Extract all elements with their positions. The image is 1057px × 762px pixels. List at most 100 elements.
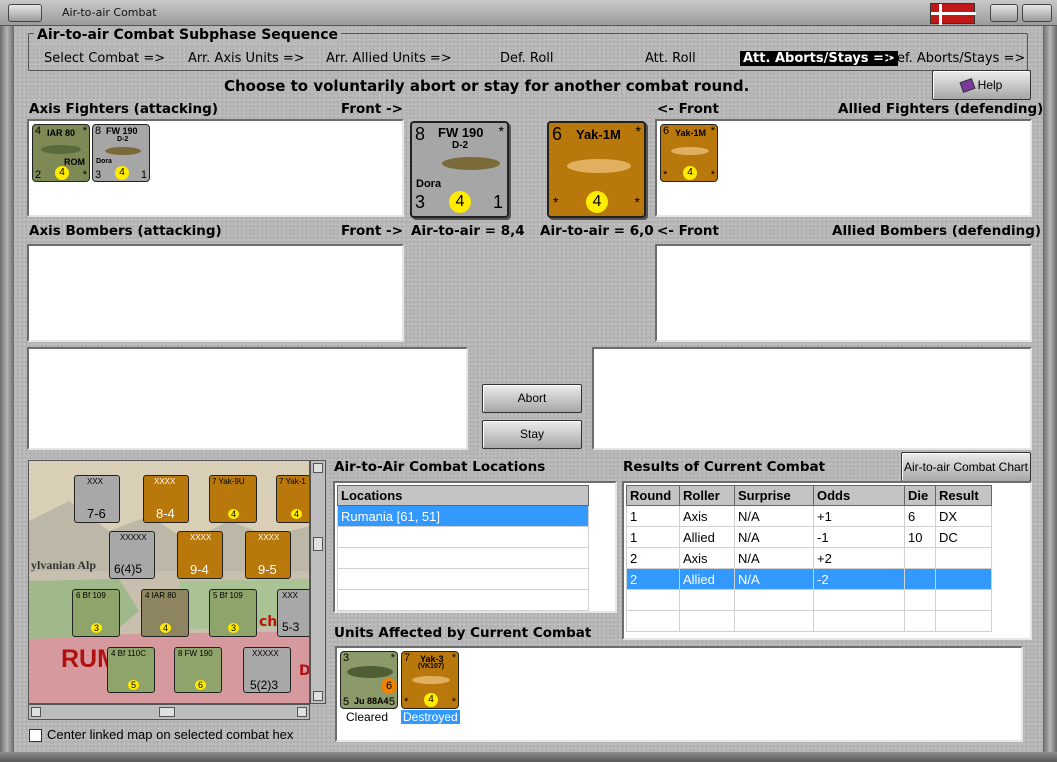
unit-label: 5 Bf 109 [213,591,243,600]
minimize-button[interactable] [990,4,1018,22]
unit-label: 8 FW 190 [178,649,213,658]
plane-icon [412,676,450,684]
cell: -2 [813,568,905,590]
counter-corner: * [451,652,456,664]
scroll-left-icon[interactable] [31,707,41,717]
system-menu-button[interactable] [8,4,42,22]
axis-fighters-panel[interactable]: 4 IAR 80 * ROM 2 4 * 8 FW 190 D-2 Dora 3… [27,119,404,217]
table-row[interactable]: 2 Axis N/A +2 [626,547,992,569]
map-unit[interactable]: XXXXX 5(2)3 [243,647,291,693]
plane-icon [442,157,500,170]
table-row-empty[interactable] [626,610,992,632]
counter-name: Ju 88A4 [354,696,389,706]
map-unit[interactable]: 5 Bf 109 3 [209,589,257,637]
axis-bombers-panel[interactable] [27,244,404,342]
step-arr-axis-units: Arr. Axis Units => [188,51,305,66]
table-row-selected[interactable]: 2 Allied N/A -2 [626,568,992,590]
scroll-up-icon[interactable] [313,463,323,473]
allied-bombers-panel[interactable] [655,244,1032,342]
allied-fighters-panel[interactable]: 6 Yak-1M * * 4 * [655,119,1032,217]
map-horizontal-scrollbar[interactable] [28,704,310,720]
table-row[interactable]: 1 Allied N/A -1 10 DC [626,526,992,548]
map-unit[interactable]: 4 Bf 110C 5 [107,647,155,693]
counter-bottom-left: 3 [95,169,102,181]
locations-list[interactable]: Locations Rumania [61, 51] [333,481,617,613]
counter-corner: * [498,123,504,139]
counter-corner: * [82,125,87,137]
cell: N/A [734,568,814,590]
counter-bottom-left: * [663,169,668,181]
stay-button[interactable]: Stay [482,420,582,449]
map-unit[interactable]: XXXX 9-4 [177,531,223,579]
axis-bombers-label: Axis Bombers (attacking) [29,223,222,239]
cell: -1 [813,526,905,548]
counter-dot: 6 [381,678,397,694]
scroll-down-icon[interactable] [313,691,323,701]
col-roller: Roller [679,485,735,506]
counter-pilot: Dora [96,158,112,165]
cell [935,568,992,590]
axis-fighter-iar80[interactable]: 4 IAR 80 * ROM 2 4 * [32,124,90,182]
affected-unit-yak3[interactable]: 7 Yak-3 (VK107) * * 4 * [401,651,459,709]
location-row-empty[interactable] [337,526,589,548]
flag-icon [930,3,976,25]
map-unit[interactable]: 7 Yak-1 4 [276,475,309,523]
counter-top-left: 3 [343,652,350,664]
map-unit[interactable]: XXXX 8-4 [143,475,189,523]
center-map-checkbox[interactable] [29,729,42,742]
cell: 2 [626,547,680,569]
map-vertical-scrollbar[interactable] [310,460,326,704]
counter-bottom-left: * [404,696,409,708]
linked-map[interactable]: ylvanian Alp RUM ch D XXX 7-6 XXXX 8-4 7 Y… [28,460,310,704]
counter-bottom-right: 1 [140,169,147,181]
col-surprise: Surprise [734,485,814,506]
results-panel[interactable]: Round Roller Surprise Odds Die Result 1A… [622,481,1032,640]
counter-corner: * [635,123,641,139]
affected-unit-ju88[interactable]: 3 * 6 5 Ju 88A4 5 [340,651,398,709]
scroll-thumb[interactable] [313,537,323,551]
unit-label: 4 IAR 80 [145,591,177,600]
affected-units-panel[interactable]: 3 * 6 5 Ju 88A4 5 Cleared 7 Yak-3 (VK107… [335,646,1023,742]
selected-allied-counter[interactable]: 6 Yak-1M * * 4 * [547,121,646,218]
table-row[interactable]: 1 Axis N/A +1 6 DX [626,505,992,527]
location-row-empty[interactable] [337,568,589,590]
allied-air-to-air-value: Air-to-air = 6,0 [540,223,654,239]
abort-button[interactable]: Abort [482,384,582,413]
unit-value: 5 [128,680,140,690]
plane-icon [105,147,141,155]
cell: N/A [734,547,814,569]
unit-label: XXXXX [120,533,147,542]
col-round: Round [626,485,680,506]
window-title: Air-to-air Combat [62,6,157,19]
counter-dot: 4 [424,693,438,707]
map-unit[interactable]: XXXX 9-5 [245,531,291,579]
help-button[interactable]: Help [932,70,1031,100]
location-row[interactable]: Rumania [61, 51] [337,505,589,527]
map-unit[interactable]: 6 Bf 109 3 [72,589,120,637]
results-title: Results of Current Combat [623,459,826,475]
scroll-right-icon[interactable] [297,707,307,717]
map-unit[interactable]: 8 FW 190 6 [174,647,222,693]
axis-fighter-fw190[interactable]: 8 FW 190 D-2 Dora 3 4 1 [92,124,150,182]
counter-bottom-left: 2 [35,169,42,181]
allied-fighter-yak1m[interactable]: 6 Yak-1M * * 4 * [660,124,718,182]
axis-info-panel [27,347,468,450]
air-combat-chart-button[interactable]: Air-to-air Combat Chart [901,452,1031,482]
map-unit[interactable]: 7 Yak-9U 4 [209,475,257,523]
location-row-empty[interactable] [337,547,589,569]
location-row-empty[interactable] [337,589,589,611]
map-unit[interactable]: XXX 5-3 [277,589,309,637]
close-button[interactable] [1022,4,1052,22]
cell [935,547,992,569]
map-unit[interactable]: XXX 7-6 [74,475,120,523]
counter-top-left: 8 [95,125,102,137]
counter-bottom-left: 3 [415,192,426,212]
cell: DC [935,526,992,548]
map-unit[interactable]: XXXXX 6(4)5 [109,531,155,579]
unit-value: 5-3 [282,620,300,634]
scroll-thumb[interactable] [159,707,175,717]
cell: 1 [626,526,680,548]
selected-axis-counter[interactable]: 8 FW 190 * D-2 Dora 3 4 1 [410,121,509,218]
map-unit[interactable]: 4 IAR 80 4 [141,589,189,637]
table-row-empty[interactable] [626,589,992,611]
